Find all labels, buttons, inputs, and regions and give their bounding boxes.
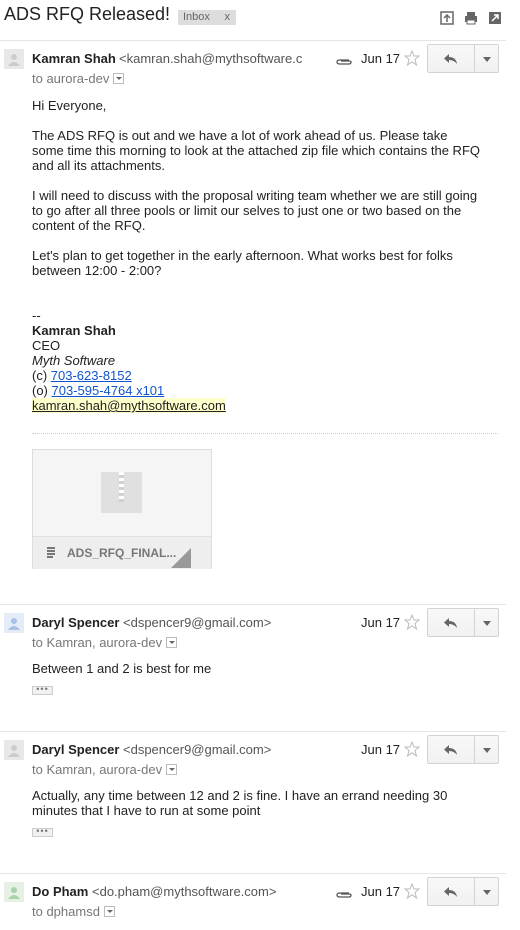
attachment-card[interactable]: ADS_RFQ_FINAL... [32,449,212,569]
more-options-button[interactable] [475,44,499,73]
show-trimmed-content-button[interactable]: ••• [32,827,53,837]
zip-file-icon [101,472,142,513]
recipients-text: to aurora-dev [32,71,110,86]
chevron-down-icon [482,621,491,626]
print-icon[interactable] [464,11,478,25]
cell-phone-link[interactable]: 703-623-8152 [51,368,132,383]
avatar [4,882,24,902]
show-details-button[interactable] [103,906,115,917]
sender-name[interactable]: Do Pham [32,884,88,899]
sender-name[interactable]: Kamran Shah [32,51,116,66]
recipients: to aurora-dev [32,71,125,86]
message-body: Between 1 and 2 is best for me [32,661,212,676]
chevron-down-icon [482,748,491,753]
recipients-text: to Kamran, aurora-dev [32,635,163,650]
inbox-label[interactable]: Inbox x [178,10,236,25]
reply-button[interactable] [427,877,475,906]
sender-name[interactable]: Daryl Spencer [32,615,119,630]
show-trimmed-content-button[interactable]: ••• [32,685,53,695]
sender-email: <do.pham@mythsoftware.com> [92,884,277,899]
message-date: Jun 17 [361,884,401,899]
paragraph: I will need to discuss with the proposal… [32,188,478,233]
sender-name[interactable]: Daryl Spencer [32,742,119,757]
cell-prefix: (c) [32,368,51,383]
star-icon[interactable] [403,740,421,758]
message-date: Jun 17 [361,742,401,757]
sender-email: <dspencer9@gmail.com> [123,742,272,757]
recipients-text: to Kamran, aurora-dev [32,762,163,777]
separator [0,40,506,41]
message-date: Jun 17 [361,615,401,630]
star-icon[interactable] [403,882,421,900]
paperclip-icon [335,888,353,898]
reply-icon [444,745,457,755]
page-fold-icon [171,548,191,568]
file-icon [47,547,55,559]
more-options-button[interactable] [475,608,499,637]
signature-dash: -- [32,308,41,323]
more-options-button[interactable] [475,735,499,764]
avatar [4,49,24,69]
signature-name: Kamran Shah [32,323,116,338]
reply-button[interactable] [427,735,475,764]
separator [0,731,506,732]
reply-icon [444,54,457,64]
star-icon[interactable] [403,49,421,67]
sender-email: <dspencer9@gmail.com> [123,615,272,630]
chevron-down-icon [482,890,491,895]
signature-office: (o) 703-595-4764 x101 [32,383,492,398]
message-body: Hi Everyone, The ADS RFQ is out and we h… [32,98,492,413]
paragraph: The ADS RFQ is out and we have a lot of … [32,128,480,173]
more-options-button[interactable] [475,877,499,906]
recipients: to Kamran, aurora-dev [32,762,178,777]
signature-email: kamran.shah@mythsoftware.com [32,398,492,413]
paragraph: Let's plan to get together in the early … [32,248,453,278]
avatar [4,740,24,760]
attachment-thumbnail [33,450,211,536]
separator [0,604,506,605]
signature-company: Myth Software [32,353,116,368]
reply-button[interactable] [427,608,475,637]
show-details-button[interactable] [113,73,125,84]
office-prefix: (o) [32,383,52,398]
show-details-button[interactable] [166,637,178,648]
greeting: Hi Everyone, [32,98,107,113]
avatar [4,613,24,633]
message-date: Jun 17 [361,51,401,66]
signature-title: CEO [32,338,61,353]
attachment-filename: ADS_RFQ_FINAL... [67,546,177,560]
reply-icon [444,618,457,628]
recipients: to Kamran, aurora-dev [32,635,178,650]
recipients-text: to dphamsd [32,904,100,919]
sender-email: <kamran.shah@mythsoftware.com> [119,51,302,66]
thread-subject: ADS RFQ Released! [4,4,171,24]
star-icon[interactable] [403,613,421,631]
show-details-button[interactable] [166,764,178,775]
reply-button[interactable] [427,44,475,73]
recipients: to dphamsd [32,904,115,919]
reply-icon [444,887,457,897]
inbox-label-text: Inbox [183,11,210,23]
chevron-down-icon [482,57,491,62]
paperclip-icon [335,55,353,65]
message-body: Actually, any time between 12 and 2 is f… [32,788,448,818]
remove-label-button[interactable]: x [225,10,231,25]
office-phone-link[interactable]: 703-595-4764 x101 [52,383,165,398]
separator [0,873,506,874]
new-window-icon[interactable] [488,11,502,25]
signature-cell: (c) 703-623-8152 [32,368,492,383]
expand-all-icon[interactable] [440,11,454,25]
email-link[interactable]: kamran.shah@mythsoftware.com [32,398,226,413]
divider [32,433,498,434]
